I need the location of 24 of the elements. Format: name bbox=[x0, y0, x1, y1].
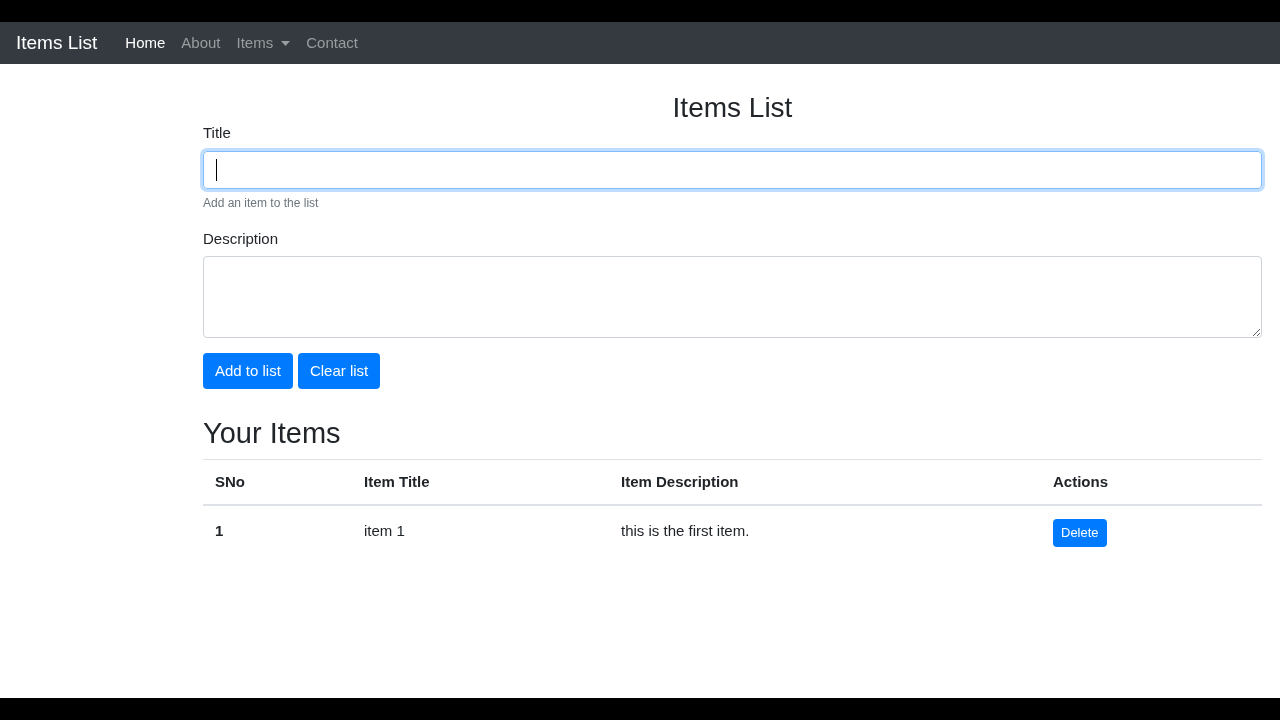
delete-button[interactable]: Delete bbox=[1053, 519, 1107, 547]
column-header: Item Title bbox=[364, 473, 430, 490]
page-heading: Items List bbox=[671, 91, 794, 125]
column-header: Item Description bbox=[621, 473, 739, 490]
table-cell: this is the first item. bbox=[621, 522, 750, 539]
column-header: Actions bbox=[1053, 473, 1108, 490]
description-field[interactable] bbox=[203, 256, 1262, 338]
title-input-field[interactable] bbox=[203, 150, 1262, 189]
table-cell: item 1 bbox=[364, 522, 405, 539]
field-label: Title bbox=[203, 123, 232, 143]
text-cursor bbox=[216, 158, 217, 181]
caret-icon bbox=[281, 40, 291, 46]
section-heading: Your Items bbox=[203, 416, 342, 451]
column-header: SNo bbox=[215, 473, 245, 490]
help-text: Add an item to the list bbox=[203, 194, 320, 212]
nav-link[interactable]: About bbox=[173, 31, 229, 55]
nav-link[interactable]: Contact bbox=[298, 31, 366, 55]
form-button[interactable]: Clear list bbox=[297, 353, 381, 389]
form-button[interactable]: Add to list bbox=[203, 353, 293, 389]
nav-link[interactable]: Home bbox=[117, 31, 174, 55]
navbar-brand[interactable]: Items List bbox=[16, 28, 98, 58]
nav-link[interactable]: Items bbox=[228, 31, 299, 55]
field-label: Description bbox=[203, 228, 280, 249]
table-cell: 1 bbox=[215, 522, 224, 539]
